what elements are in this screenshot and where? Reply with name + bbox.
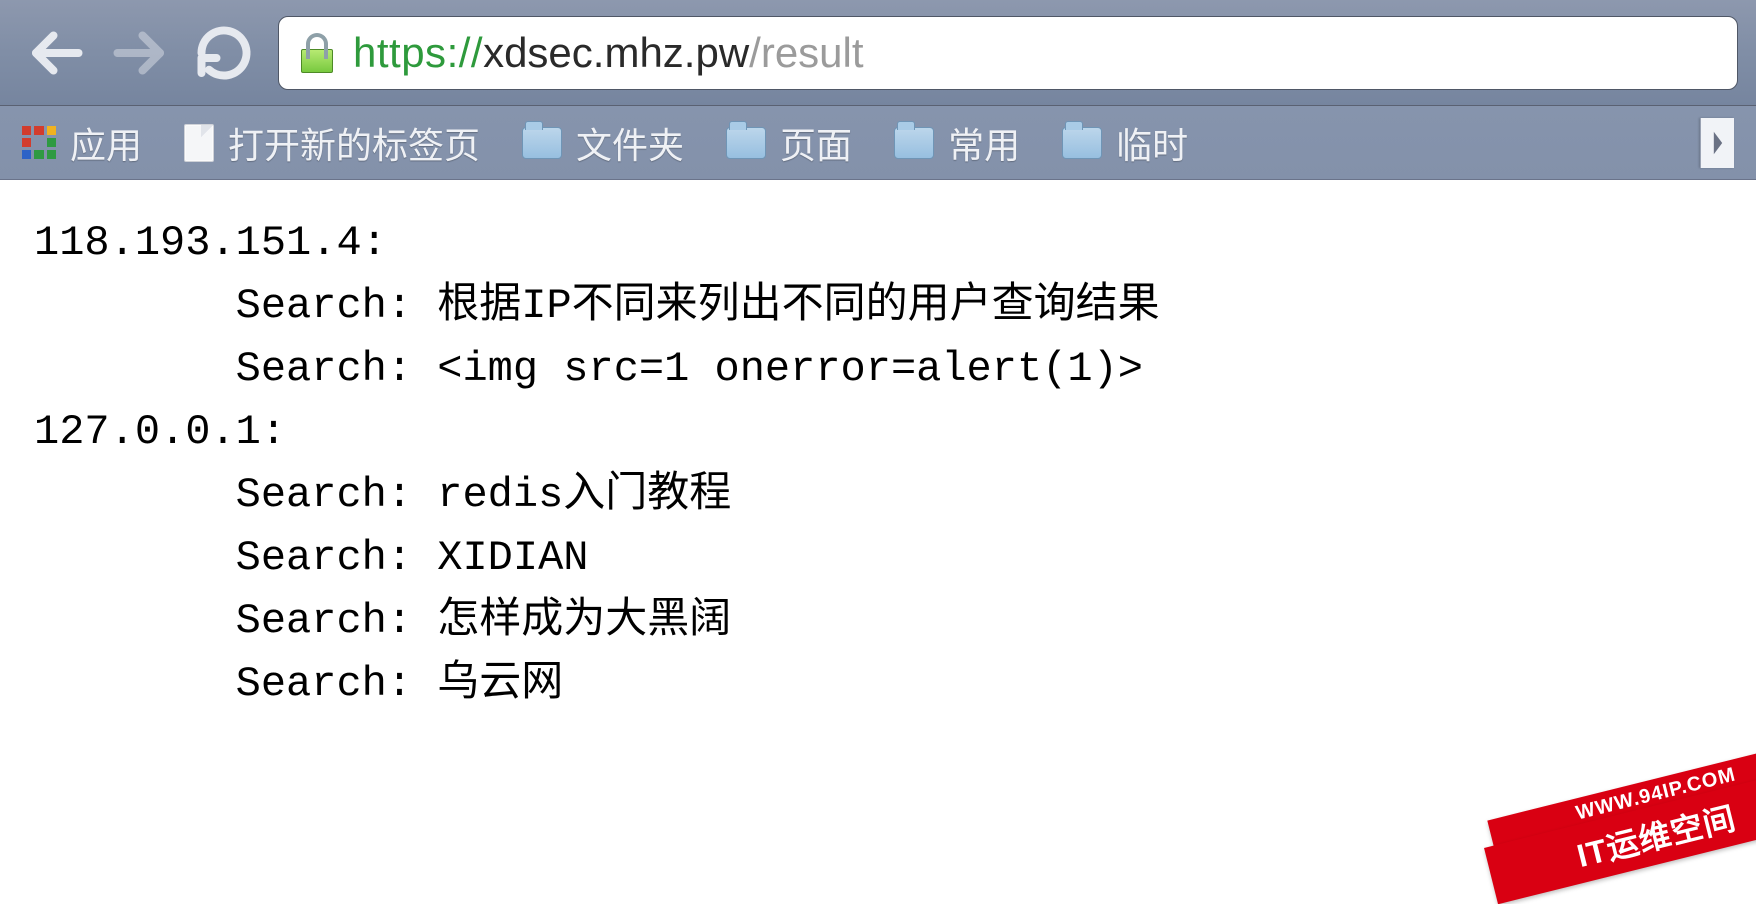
result-line: Search: redis入门教程 [236,471,732,519]
result-line: Search: 根据IP不同来列出不同的用户查询结果 [236,282,1160,330]
bookmark-label: 打开新的标签页 [228,117,480,169]
result-line: Search: 乌云网 [236,660,564,708]
folder-icon [1062,127,1102,159]
chevron-right-icon [1710,129,1726,157]
bookmark-folder[interactable]: 常用 [894,117,1020,169]
page-icon [184,124,214,162]
page-content: 118.193.151.4: Search: 根据IP不同来列出不同的用户查询结… [0,180,1756,748]
bookmark-folder[interactable]: 页面 [726,117,852,169]
apps-icon [22,126,56,160]
address-bar[interactable]: https://xdsec.mhz.pw/result [278,16,1738,90]
apps-label: 应用 [70,117,142,169]
bookmarks-bar: 应用 打开新的标签页 文件夹 页面 常用 临时 [0,106,1756,180]
bookmark-label: 页面 [780,117,852,169]
apps-shortcut[interactable]: 应用 [22,117,142,169]
browser-nav-toolbar: https://xdsec.mhz.pw/result [0,0,1756,106]
bookmark-label: 临时 [1116,117,1188,169]
result-line: Search: 怎样成为大黑阔 [236,597,732,645]
folder-icon [726,127,766,159]
bookmark-label: 常用 [948,117,1020,169]
bookmark-new-tab[interactable]: 打开新的标签页 [184,117,480,169]
result-line: Search: <img src=1 onerror=alert(1)> [236,345,1143,393]
bookmark-folder[interactable]: 文件夹 [522,117,684,169]
bookmark-folder[interactable]: 临时 [1062,117,1188,169]
ip-heading: 118.193.151.4: [34,219,387,267]
ip-heading: 127.0.0.1: [34,408,286,456]
bookmark-label: 文件夹 [576,117,684,169]
url-text: https://xdsec.mhz.pw/result [353,29,864,77]
result-line: Search: XIDIAN [236,534,589,582]
folder-icon [522,127,562,159]
folder-icon [894,127,934,159]
forward-button[interactable] [110,23,170,83]
bookmarks-overflow-button[interactable] [1700,118,1734,168]
back-button[interactable] [26,23,86,83]
reload-button[interactable] [194,23,254,83]
lock-icon [299,33,335,73]
